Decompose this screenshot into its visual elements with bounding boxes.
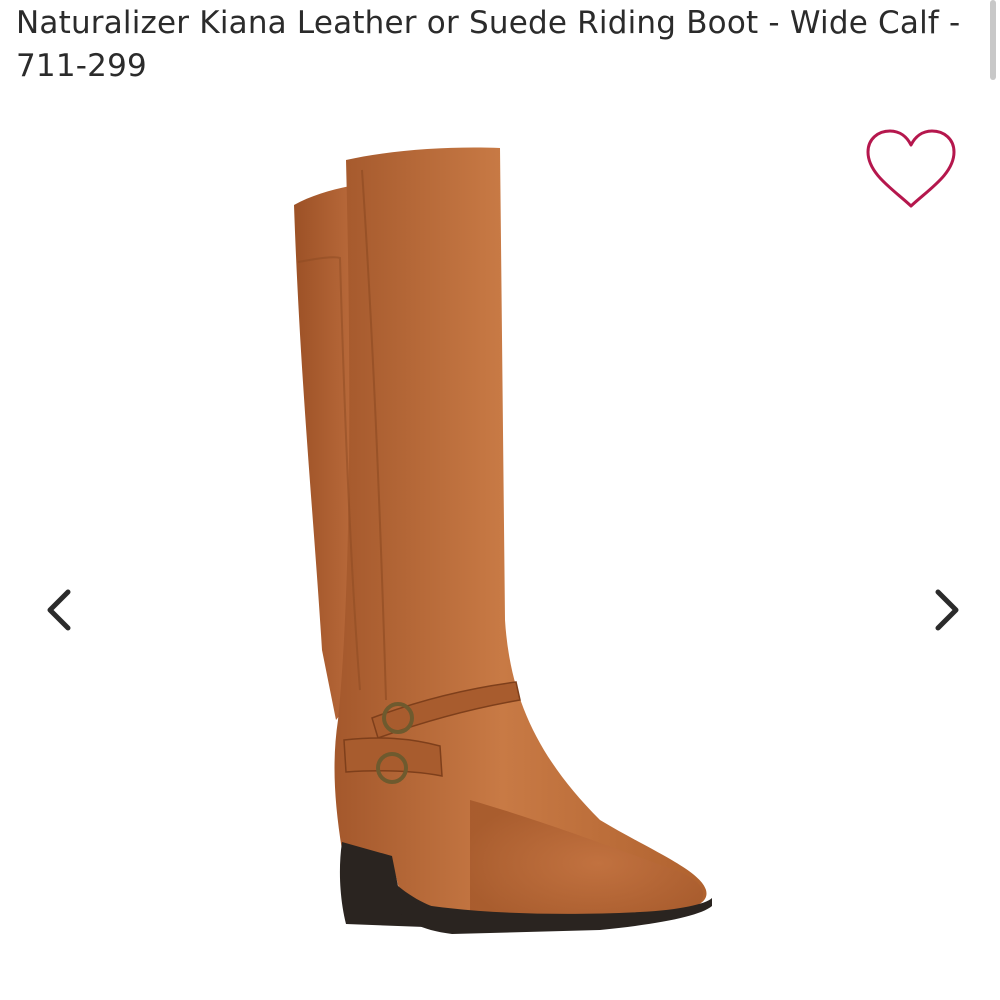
- chevron-left-icon: [47, 589, 71, 631]
- scrollbar[interactable]: [990, 0, 996, 80]
- product-page: Naturalizer Kiana Leather or Suede Ridin…: [0, 0, 1000, 1000]
- favorite-button[interactable]: [864, 128, 958, 212]
- product-title: Naturalizer Kiana Leather or Suede Ridin…: [16, 5, 961, 84]
- next-image-button[interactable]: [928, 582, 968, 638]
- boot-back-panel: [294, 186, 352, 720]
- boot-shaft: [334, 147, 707, 916]
- chevron-right-icon: [935, 589, 959, 631]
- previous-image-button[interactable]: [40, 582, 80, 638]
- heart-outline-icon: [866, 129, 956, 208]
- product-image: [294, 147, 712, 934]
- boot-lower-strap: [343, 737, 443, 777]
